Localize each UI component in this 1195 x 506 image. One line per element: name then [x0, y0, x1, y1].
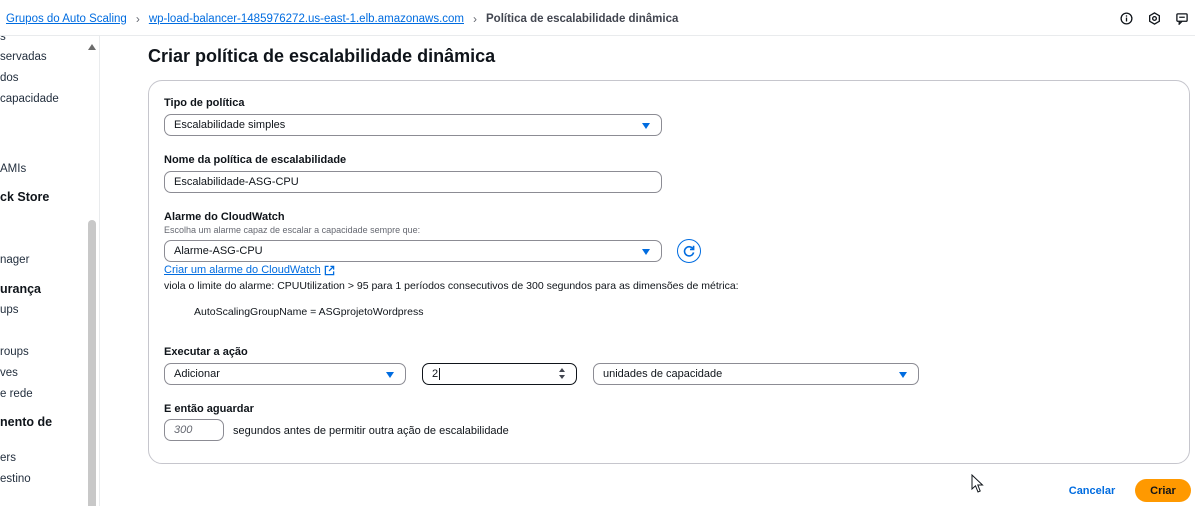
create-alarm-link[interactable]: Criar um alarme do CloudWatch — [164, 264, 335, 276]
breadcrumb-separator: › — [135, 12, 140, 26]
text-cursor — [439, 368, 441, 380]
chevron-down-icon — [642, 123, 650, 129]
number-stepper-icon[interactable] — [559, 368, 567, 380]
action-amount-input[interactable]: 2 — [422, 363, 577, 385]
action-operation-value: Adicionar — [174, 368, 220, 380]
nav-section-heading: ck Store — [0, 190, 50, 204]
policy-name-value: Escalabilidade-ASG-CPU — [174, 176, 299, 188]
policy-type-label: Tipo de política — [164, 97, 245, 109]
feedback-icon[interactable] — [1175, 11, 1189, 25]
action-unit-value: unidades de capacidade — [603, 368, 723, 380]
nav-item[interactable]: ers — [0, 452, 16, 464]
scroll-up-arrow-icon[interactable] — [88, 44, 96, 50]
alarm-select[interactable]: Alarme-ASG-CPU — [164, 240, 662, 262]
nav-item[interactable]: e rede — [0, 388, 33, 400]
breadcrumb-current: Política de escalabilidade dinâmica — [486, 13, 679, 25]
nav-section-heading: nento de — [0, 415, 53, 429]
scrollbar-thumb[interactable] — [88, 220, 96, 506]
side-navigation: s servadas dos capacidade AMIs ck Store … — [0, 36, 100, 506]
breadcrumb: Grupos do Auto Scaling › wp-load-balance… — [6, 12, 678, 26]
nav-item[interactable]: servadas — [0, 51, 47, 63]
wait-seconds-placeholder: 300 — [174, 424, 193, 436]
refresh-alarms-button[interactable] — [677, 239, 701, 263]
action-label: Executar a ação — [164, 346, 248, 358]
wait-seconds-input[interactable]: 300 — [164, 419, 224, 441]
policy-form-container: Tipo de política Escalabilidade simples … — [148, 80, 1190, 464]
nav-section-heading: urança — [0, 282, 41, 296]
nav-item[interactable]: ves — [0, 367, 18, 379]
nav-item[interactable]: nager — [0, 254, 29, 266]
nav-item[interactable]: capacidade — [0, 93, 59, 105]
chevron-down-icon — [899, 372, 907, 378]
policy-type-value: Escalabilidade simples — [174, 119, 286, 131]
alarm-value: Alarme-ASG-CPU — [174, 245, 263, 257]
alarm-condition-text: viola o limite do alarme: CPUUtilization… — [164, 280, 739, 292]
wait-label: E então aguardar — [164, 403, 254, 415]
breadcrumb-load-balancer[interactable]: wp-load-balancer-1485976272.us-east-1.el… — [149, 13, 464, 25]
policy-name-input[interactable]: Escalabilidade-ASG-CPU — [164, 171, 662, 193]
nav-item[interactable]: estino — [0, 473, 31, 485]
create-button[interactable]: Criar — [1135, 479, 1191, 502]
breadcrumb-separator: › — [473, 12, 477, 26]
nav-item[interactable]: roups — [0, 346, 29, 358]
nav-item[interactable]: ups — [0, 304, 19, 316]
action-operation-select[interactable]: Adicionar — [164, 363, 406, 385]
settings-icon[interactable] — [1147, 11, 1161, 25]
chevron-down-icon — [386, 372, 394, 378]
breadcrumb-auto-scaling-groups[interactable]: Grupos do Auto Scaling — [6, 13, 127, 25]
alarm-label: Alarme do CloudWatch — [164, 211, 285, 223]
nav-item[interactable]: AMIs — [0, 163, 26, 175]
action-unit-select[interactable]: unidades de capacidade — [593, 363, 919, 385]
external-link-icon — [324, 265, 334, 275]
chevron-down-icon — [642, 249, 650, 255]
nav-scrollbar[interactable] — [88, 44, 96, 506]
mouse-pointer-icon — [971, 474, 984, 493]
create-alarm-link-label: Criar um alarme do CloudWatch — [164, 264, 321, 276]
alarm-description: Escolha um alarme capaz de escalar a cap… — [164, 225, 421, 235]
breadcrumb-bar: Grupos do Auto Scaling › wp-load-balance… — [0, 0, 1195, 36]
nav-item[interactable]: dos — [0, 72, 19, 84]
info-icon[interactable] — [1119, 11, 1133, 25]
wait-suffix-text: segundos antes de permitir outra ação de… — [233, 425, 509, 437]
nav-item[interactable]: s — [0, 36, 6, 43]
page-title: Criar política de escalabilidade dinâmic… — [148, 46, 496, 66]
refresh-icon — [683, 245, 695, 257]
action-amount-value: 2 — [432, 368, 439, 380]
cancel-button[interactable]: Cancelar — [1064, 480, 1120, 502]
policy-name-label: Nome da política de escalabilidade — [164, 154, 347, 166]
policy-type-select[interactable]: Escalabilidade simples — [164, 114, 662, 136]
alarm-dimension-text: AutoScalingGroupName = ASGprojetoWordpre… — [194, 306, 424, 318]
